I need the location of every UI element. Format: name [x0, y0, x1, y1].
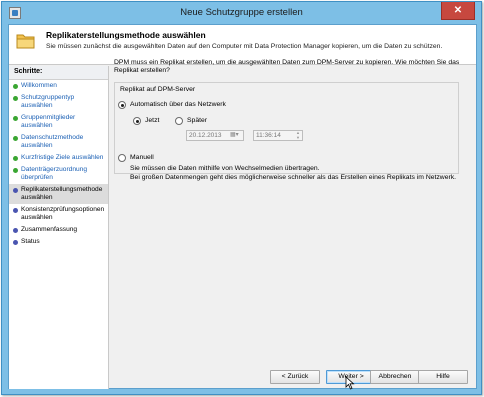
sidebar-step: Zusammenfassung	[9, 224, 108, 236]
sidebar-step: Status	[9, 236, 108, 248]
manual-radio[interactable]	[118, 154, 126, 162]
sidebar-step: Konsistenzprüfungsoptionen auswählen	[9, 204, 108, 224]
sidebar-step-label: Konsistenzprüfungsoptionen auswählen	[21, 206, 105, 221]
step-pending-icon	[13, 228, 18, 233]
back-button[interactable]: < Zurück	[270, 370, 320, 384]
page-title: Replikaterstellungsmethode auswählen	[46, 30, 206, 40]
sidebar-step-label: Gruppenmitglieder auswählen	[21, 114, 76, 129]
sidebar-step: Kurzfristige Ziele auswählen	[9, 152, 108, 164]
sidebar-step: Datenträgerzuordnung überprüfen	[9, 164, 108, 184]
sidebar-step-label: Replikaterstellungsmethode auswählen	[21, 186, 103, 201]
title-bar[interactable]: Neue Schutzgruppe erstellen ✕	[2, 2, 481, 24]
step-pending-icon	[13, 188, 18, 193]
steps-sidebar: Schritte: Willkommen Schutzgruppentyp aus…	[9, 66, 109, 389]
auto-network-label: Automatisch über das Netzwerk	[130, 101, 226, 108]
sidebar-step-label: Willkommen	[21, 82, 57, 89]
cancel-button[interactable]: Abbrechen	[370, 370, 420, 384]
wizard-client-area: Replikaterstellungsmethode auswählen Sie…	[8, 24, 477, 389]
manual-label: Manuell	[130, 154, 154, 161]
window-title: Neue Schutzgruppe erstellen	[180, 7, 303, 18]
sidebar-step: Replikaterstellungsmethode auswählen	[9, 184, 108, 204]
wizard-window: Neue Schutzgruppe erstellen ✕ Replikater…	[1, 1, 482, 395]
steps-list: Willkommen Schutzgruppentyp auswählen Grup…	[9, 80, 108, 248]
folder-icon	[16, 34, 35, 49]
sidebar-step-label: Status	[21, 238, 40, 245]
later-label: Später	[187, 117, 208, 124]
sidebar-step: Gruppenmitglieder auswählen	[9, 112, 108, 132]
time-value: 11:36:14	[256, 132, 281, 139]
close-button[interactable]: ✕	[441, 2, 475, 20]
step-complete-icon	[13, 84, 18, 89]
time-spinner-icon[interactable]: ▲ ▼	[295, 130, 301, 140]
date-picker[interactable]: 20.12.2013 ▦▾	[186, 130, 244, 141]
time-field[interactable]: 11:36:14 ▲ ▼	[253, 130, 303, 141]
replica-group-box: Replikat auf DPM-Server	[114, 82, 459, 174]
intro-text: DPM muss ein Replikat erstellen, um die …	[114, 59, 460, 74]
manual-description-1: Sie müssen die Daten mithilfe von Wechse…	[130, 165, 320, 172]
step-complete-icon	[13, 136, 18, 141]
step-complete-icon	[13, 96, 18, 101]
sidebar-step-label: Datenträgerzuordnung überprüfen	[21, 166, 87, 181]
now-radio[interactable]	[133, 117, 141, 125]
step-complete-icon	[13, 168, 18, 173]
step-complete-icon	[13, 116, 18, 121]
mouse-pointer-icon	[345, 376, 355, 390]
later-radio[interactable]	[175, 117, 183, 125]
step-pending-icon	[13, 208, 18, 213]
sidebar-step: Datenschutzmethode auswählen	[9, 132, 108, 152]
step-pending-icon	[13, 240, 18, 245]
page-subtitle: Sie müssen zunächst die ausgewählten Dat…	[46, 43, 443, 50]
sidebar-step: Schutzgruppentyp auswählen	[9, 92, 108, 112]
sidebar-step-label: Zusammenfassung	[21, 226, 78, 233]
auto-network-radio[interactable]	[118, 101, 126, 109]
manual-description-2: Bei großen Datenmengen geht dies möglich…	[130, 174, 457, 181]
step-complete-icon	[13, 156, 18, 161]
sidebar-step: Willkommen	[9, 80, 108, 92]
now-label: Jetzt	[145, 117, 160, 124]
date-value: 20.12.2013	[189, 132, 222, 139]
steps-heading: Schritte:	[9, 66, 108, 80]
sidebar-step-label: Schutzgruppentyp auswählen	[21, 94, 75, 109]
sidebar-step-label: Kurzfristige Ziele auswählen	[21, 154, 104, 161]
group-label: Replikat auf DPM-Server	[120, 86, 196, 93]
help-button[interactable]: Hilfe	[418, 370, 468, 384]
sidebar-step-label: Datenschutzmethode auswählen	[21, 134, 84, 149]
calendar-dropdown-icon[interactable]: ▦▾	[230, 132, 242, 139]
